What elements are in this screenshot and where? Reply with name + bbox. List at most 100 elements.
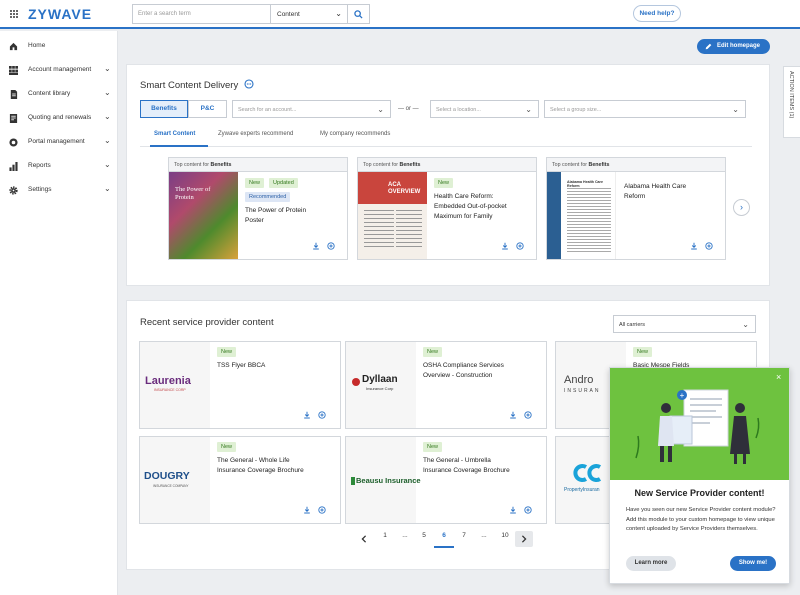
download-icon[interactable] xyxy=(509,506,517,514)
provider-card[interactable]: DOUGRY INSURANCE COMPANY New The General… xyxy=(139,436,341,524)
card-title[interactable]: The General - Umbrella Insurance Coverage… xyxy=(423,456,510,476)
pencil-icon xyxy=(705,43,712,50)
add-circle-icon[interactable] xyxy=(705,242,713,250)
search-icon xyxy=(354,9,363,19)
group-size-dropdown[interactable]: Select a group size... ⌄ xyxy=(544,100,746,118)
edit-homepage-label: Edit homepage xyxy=(717,43,761,49)
location-placeholder: Select a location... xyxy=(436,107,481,113)
chevron-down-icon: ⌄ xyxy=(335,9,342,18)
page-link[interactable]: 5 xyxy=(416,532,432,539)
page-link[interactable]: 7 xyxy=(456,532,472,539)
add-circle-icon[interactable] xyxy=(524,506,532,514)
home-icon xyxy=(9,42,18,51)
popup-illustration: + xyxy=(610,368,789,480)
sidebar-item-label: Account management xyxy=(28,66,92,73)
card-title[interactable]: OSHA Compliance Services Overview - Const… xyxy=(423,361,504,381)
popup-title: New Service Provider content! xyxy=(634,488,765,498)
sidebar-item-content-library[interactable]: Content library ⌄ xyxy=(0,85,118,105)
add-circle-icon[interactable] xyxy=(318,411,326,419)
provider-logo: Beausu Insurance xyxy=(346,437,421,523)
download-icon[interactable] xyxy=(303,411,311,419)
download-icon[interactable] xyxy=(303,506,311,514)
close-icon[interactable]: × xyxy=(776,372,781,382)
card-title[interactable]: The General - Whole Life Insurance Covera… xyxy=(217,456,304,476)
page-link-current[interactable]: 6 xyxy=(436,532,452,539)
search-input[interactable]: Enter a search term xyxy=(138,11,191,17)
app-grid-icon[interactable] xyxy=(10,10,18,18)
search-scope-select[interactable]: Content ⌄ xyxy=(270,5,348,23)
download-icon[interactable] xyxy=(690,242,698,250)
download-icon[interactable] xyxy=(501,242,509,250)
group-size-placeholder: Select a group size... xyxy=(550,107,602,113)
page-ellipsis: ... xyxy=(402,532,408,539)
action-items-label: ACTION ITEMS (1) xyxy=(788,71,794,119)
active-tab-indicator xyxy=(150,145,208,147)
provider-card[interactable]: Dyllaan Insurance Corp New OSHA Complian… xyxy=(345,341,547,429)
provider-card[interactable]: Laurenia INSURANCE CORP New TSS Flyer BB… xyxy=(139,341,341,429)
next-page-button[interactable] xyxy=(515,531,533,547)
next-arrow-button[interactable]: › xyxy=(733,199,750,216)
svg-text:+: + xyxy=(680,391,685,400)
content-card[interactable]: Top content for Benefits The Power of Pr… xyxy=(168,157,348,260)
card-header: Top content for Benefits xyxy=(169,158,347,172)
new-badge: New xyxy=(217,347,237,357)
card-actions xyxy=(501,242,524,250)
protein-poster-thumbnail: The Power of Protein xyxy=(169,172,238,259)
tabs-divider xyxy=(140,146,752,147)
provider-card[interactable]: Beausu Insurance New The General - Umbre… xyxy=(345,436,547,524)
tab-zywave-experts[interactable]: Zywave experts recommend xyxy=(218,131,293,137)
provider-logo: Dyllaan Insurance Corp xyxy=(346,342,416,428)
page-link[interactable]: 10 xyxy=(497,532,513,539)
sidebar-item-reports[interactable]: Reports ⌄ xyxy=(0,157,118,177)
provider-logo: DOUGRY INSURANCE COMPANY xyxy=(140,437,210,523)
quote-icon xyxy=(9,114,18,123)
sidebar-item-account-management[interactable]: Account management ⌄ xyxy=(0,61,118,81)
or-separator: — or — xyxy=(398,106,419,112)
content-card[interactable]: Top content for Benefits ACA OVERVIEW Ne… xyxy=(357,157,537,260)
sidebar-item-home[interactable]: Home xyxy=(0,37,118,57)
sidebar-item-label: Quoting and renewals xyxy=(28,114,92,121)
sidebar-item-quoting-renewals[interactable]: Quoting and renewals ⌄ xyxy=(0,109,118,129)
tab-smart-content[interactable]: Smart Content xyxy=(154,131,195,137)
download-icon[interactable] xyxy=(509,411,517,419)
tab-pc[interactable]: P&C xyxy=(188,100,227,118)
show-me-button[interactable]: Show me! xyxy=(730,556,776,571)
chevron-down-icon: ⌄ xyxy=(732,105,739,114)
carrier-filter-dropdown[interactable]: All carriers ⌄ xyxy=(613,315,756,333)
account-placeholder: Search for an account... xyxy=(238,107,297,113)
zywave-logo[interactable]: ZYWAVE xyxy=(28,6,92,22)
account-search-dropdown[interactable]: Search for an account... ⌄ xyxy=(232,100,391,118)
tab-benefits[interactable]: Benefits xyxy=(140,100,188,118)
card-title[interactable]: TSS Flyer BBCA xyxy=(217,361,265,371)
sidebar-item-label: Portal management xyxy=(28,138,85,145)
sidebar-item-settings[interactable]: Settings ⌄ xyxy=(0,181,118,201)
prev-page-icon[interactable] xyxy=(360,535,368,543)
add-circle-icon[interactable] xyxy=(318,506,326,514)
add-circle-icon[interactable] xyxy=(516,242,524,250)
edit-homepage-button[interactable]: Edit homepage xyxy=(697,39,770,54)
people-documents-illustration: + xyxy=(635,389,760,464)
sidebar-item-portal-management[interactable]: Portal management ⌄ xyxy=(0,133,118,153)
search-button[interactable] xyxy=(347,5,369,23)
page-link[interactable]: 1 xyxy=(377,532,393,539)
download-icon[interactable] xyxy=(312,242,320,250)
carrier-filter-label: All carriers xyxy=(619,322,645,328)
action-items-tab[interactable]: ACTION ITEMS (1) xyxy=(783,66,800,138)
chat-info-icon[interactable] xyxy=(244,79,254,89)
grid-icon xyxy=(9,66,18,75)
card-title[interactable]: Health Care Reform: Embedded Out-of-pocke… xyxy=(434,192,507,222)
add-circle-icon[interactable] xyxy=(327,242,335,250)
need-help-button[interactable]: Need help? xyxy=(633,5,681,22)
bar-chart-icon xyxy=(9,162,18,171)
content-card[interactable]: Top content for Benefits Alabama Health … xyxy=(546,157,726,260)
learn-more-button[interactable]: Learn more xyxy=(626,556,676,571)
card-title[interactable]: Alabama Health Care Reform xyxy=(624,182,686,202)
card-title[interactable]: The Power of Protein Poster xyxy=(245,206,306,226)
chevron-down-icon: ⌄ xyxy=(104,112,111,121)
recent-content-title: Recent service provider content xyxy=(140,317,274,328)
top-bar: ZYWAVE Enter a search term Content ⌄ Nee… xyxy=(0,0,800,29)
gear-icon xyxy=(9,186,18,195)
add-circle-icon[interactable] xyxy=(524,411,532,419)
tab-my-company[interactable]: My company recommends xyxy=(320,131,390,137)
location-dropdown[interactable]: Select a location... ⌄ xyxy=(430,100,539,118)
